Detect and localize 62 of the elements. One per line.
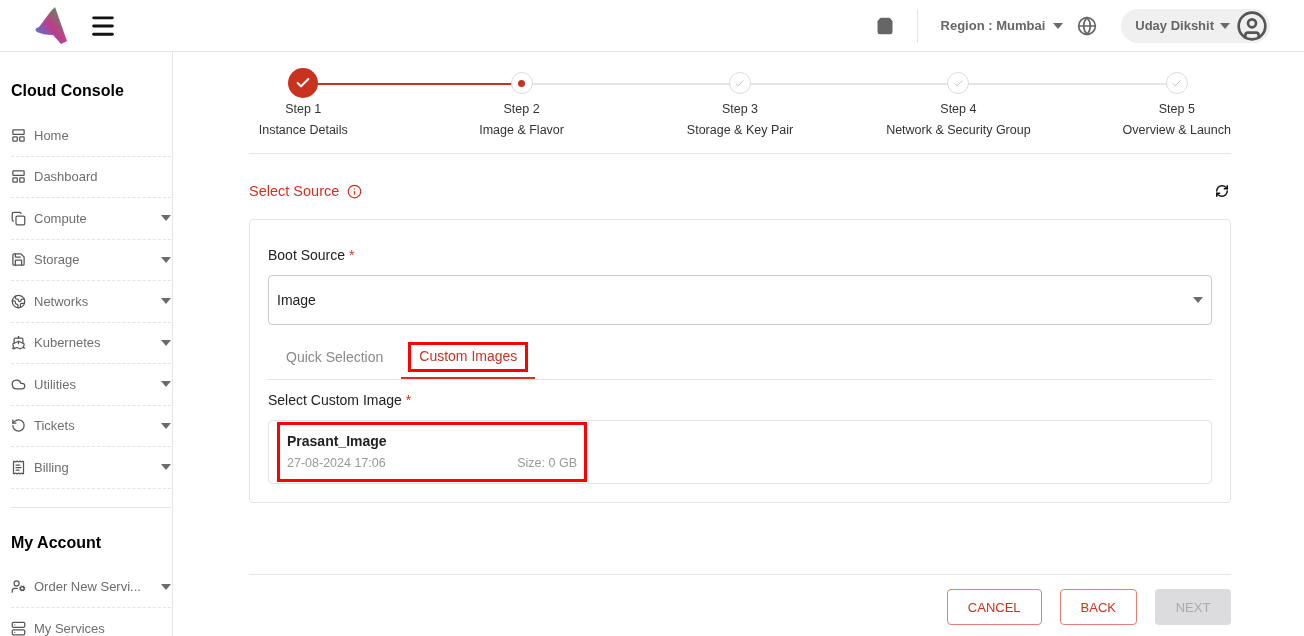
sidebar-heading: Cloud Console — [11, 81, 125, 101]
tab[interactable]: Custom Images — [401, 335, 536, 380]
sidebar-item[interactable]: Dashboard — [11, 156, 171, 198]
image-size: Size: 0 GB — [517, 455, 577, 473]
receipt-icon — [11, 459, 26, 475]
sidebar-item[interactable]: My Services — [11, 608, 171, 636]
step-number: Step 4 — [940, 101, 977, 118]
image-item[interactable]: Prasant_Image 27-08-2024 17:06 Size: 0 GB — [277, 422, 587, 483]
field-label: Select Custom Image * — [268, 391, 413, 411]
step-number: Step 5 — [1158, 101, 1195, 118]
sidebar-item[interactable]: Billing — [11, 447, 171, 489]
tab[interactable]: Quick Selection — [268, 335, 402, 380]
sidebar-item[interactable]: Tickets — [11, 405, 171, 447]
refresh-icon[interactable] — [1215, 184, 1229, 199]
step-label: Storage & Key Pair — [686, 121, 794, 139]
sidebar-heading: My Account — [11, 532, 103, 553]
step-number: Step 3 — [721, 101, 759, 118]
sidebar-item[interactable]: Networks — [11, 281, 171, 323]
history-icon — [11, 418, 26, 434]
info-icon[interactable] — [347, 183, 363, 199]
sidebar-item[interactable]: Kubernetes — [11, 322, 171, 364]
caret-icon — [161, 215, 171, 222]
sidebar-item[interactable]: Utilities — [11, 364, 171, 406]
step-label: Instance Details — [258, 121, 348, 139]
caret-icon — [161, 422, 171, 429]
sidebar-item[interactable]: Storage — [11, 239, 171, 281]
globe-icon[interactable] — [1077, 15, 1098, 36]
caret-icon — [1053, 22, 1064, 29]
sidebar-item[interactable]: Order New Servi... — [11, 566, 171, 608]
caret-icon — [161, 381, 171, 388]
image-date: 27-08-2024 17:06 — [287, 455, 386, 473]
sidebar-item[interactable]: Compute — [11, 198, 171, 240]
copy-icon — [11, 210, 26, 226]
step-label: Image & Flavor — [479, 121, 564, 139]
cloud-icon — [11, 376, 26, 392]
action-button[interactable]: BACK — [1059, 589, 1137, 626]
region-selector[interactable]: Region : Mumbai — [940, 15, 1064, 36]
caret-icon — [161, 339, 171, 346]
step-number: Step 1 — [285, 101, 322, 118]
step-number: Step 2 — [503, 101, 540, 118]
sidebar-item[interactable]: Home — [11, 115, 171, 157]
caret-icon — [161, 583, 171, 590]
caret-icon — [161, 464, 171, 471]
field-label: Boot Source * — [268, 246, 356, 266]
caret-icon — [161, 256, 171, 263]
layout-icon — [11, 169, 26, 185]
layout-icon — [11, 127, 26, 143]
user-gear-icon — [11, 579, 26, 595]
logo-icon — [33, 6, 69, 45]
image-name: Prasant_Image — [287, 432, 388, 452]
action-button[interactable]: CANCEL — [946, 589, 1042, 626]
boot-source-select[interactable]: Image — [268, 275, 1212, 326]
caret-icon — [1193, 297, 1203, 304]
section-title: Select Source — [249, 181, 340, 201]
user-menu[interactable]: Uday Dikshit — [1121, 8, 1270, 43]
caret-icon — [1220, 22, 1230, 29]
avatar-icon — [1236, 9, 1268, 42]
server-icon — [11, 620, 26, 636]
caret-icon — [161, 298, 171, 305]
step-label: Overview & Launch — [1122, 121, 1231, 139]
step-label: Network & Security Group — [886, 121, 1031, 139]
globe-icon — [11, 293, 26, 309]
